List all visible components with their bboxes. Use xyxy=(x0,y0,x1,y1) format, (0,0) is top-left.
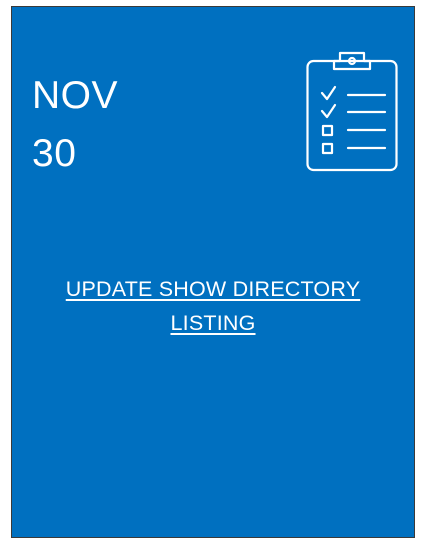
due-date-day: 30 xyxy=(32,132,77,175)
task-title-link[interactable]: UPDATE SHOW DIRECTORY LISTING xyxy=(12,272,414,340)
clipboard-checklist-icon xyxy=(306,51,398,172)
due-date: NOV 30 xyxy=(32,67,118,183)
due-date-month: NOV xyxy=(32,74,119,117)
task-title-line-1: UPDATE SHOW DIRECTORY xyxy=(65,277,361,301)
task-card: NOV 30 UPDATE SHOW DIRECTORY LISTING xyxy=(11,6,415,538)
task-title-line-2: LISTING xyxy=(170,311,256,335)
